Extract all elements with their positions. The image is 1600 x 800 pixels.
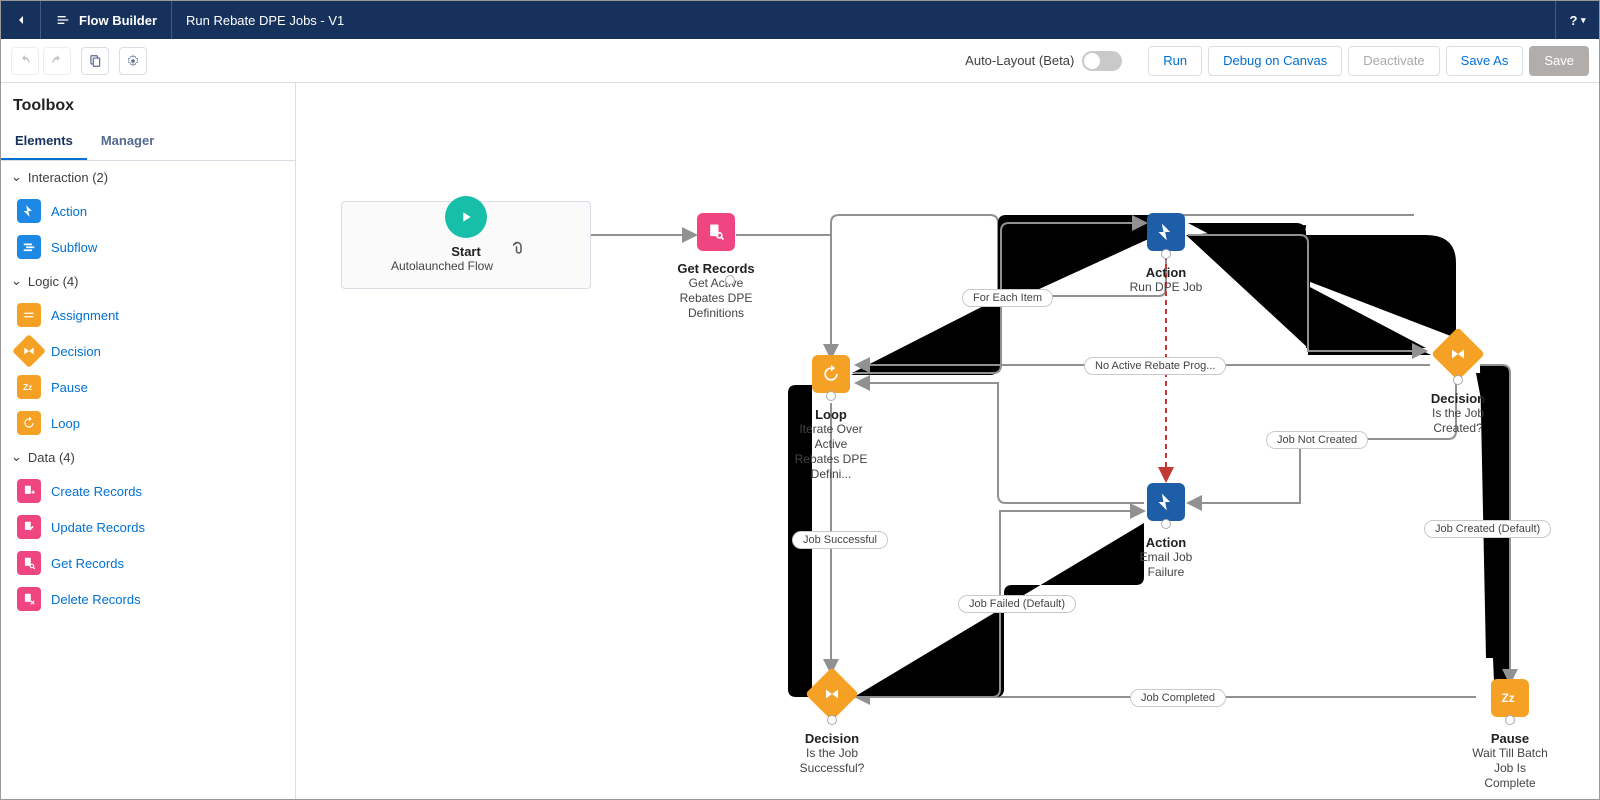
auto-layout-toggle-group: Auto-Layout (Beta) (965, 51, 1122, 71)
palette-assignment[interactable]: Assignment (1, 297, 295, 333)
chevron-down-icon: ⌄ (11, 169, 22, 185)
palette-get-records[interactable]: Get Records (1, 545, 295, 581)
loop-icon (812, 355, 850, 393)
deactivate-button[interactable]: Deactivate (1348, 46, 1439, 76)
chevron-down-icon: ⌄ (11, 273, 22, 289)
palette-pause[interactable]: ZzPause (1, 369, 295, 405)
auto-layout-label: Auto-Layout (Beta) (965, 53, 1074, 68)
group-interaction[interactable]: ⌄Interaction (2) (1, 161, 295, 193)
auto-layout-toggle[interactable] (1082, 51, 1122, 71)
node-decision-created[interactable]: Decision Is the Job Created? (1418, 335, 1498, 436)
cursor-icon (512, 241, 532, 261)
decision-icon (805, 667, 859, 721)
edge-job-completed: Job Completed (1130, 689, 1226, 707)
page-title: Run Rebate DPE Jobs - V1 (172, 13, 1555, 28)
get-records-icon (17, 551, 41, 575)
edges-layer (296, 83, 1599, 799)
create-records-icon (17, 479, 41, 503)
saveas-button[interactable]: Save As (1446, 46, 1524, 76)
palette-update-records[interactable]: Update Records (1, 509, 295, 545)
header-bar: Flow Builder Run Rebate DPE Jobs - V1 ? … (1, 1, 1599, 39)
group-logic[interactable]: ⌄Logic (4) (1, 265, 295, 297)
help-button[interactable]: ? ▾ (1555, 1, 1599, 39)
pause-icon: Zz (1491, 679, 1529, 717)
run-button[interactable]: Run (1148, 46, 1202, 76)
toolbox-sidebar: Toolbox Elements Manager ⌄Interaction (2… (1, 83, 296, 799)
node-action-run-dpe[interactable]: Action Run DPE Job (1126, 213, 1206, 295)
palette-create-records[interactable]: Create Records (1, 473, 295, 509)
subflow-icon (17, 235, 41, 259)
delete-records-icon (17, 587, 41, 611)
edge-no-active-rebate: No Active Rebate Prog... (1084, 357, 1226, 375)
back-button[interactable] (1, 1, 41, 39)
action-icon (1147, 213, 1185, 251)
toolbox-tabs: Elements Manager (1, 123, 295, 161)
app-name: Flow Builder (41, 1, 172, 39)
group-data[interactable]: ⌄Data (4) (1, 441, 295, 473)
node-loop[interactable]: Loop Iterate Over Active Rebates DPE Def… (791, 355, 871, 482)
edge-job-not-created: Job Not Created (1266, 431, 1368, 449)
assignment-icon (17, 303, 41, 327)
edge-job-successful: Job Successful (792, 531, 888, 549)
toolbar: Auto-Layout (Beta) Run Debug on Canvas D… (1, 39, 1599, 83)
copy-button[interactable] (81, 47, 109, 75)
svg-text:Zz: Zz (23, 383, 32, 392)
palette-loop[interactable]: Loop (1, 405, 295, 441)
edge-job-created-default: Job Created (Default) (1424, 520, 1551, 538)
node-start[interactable]: Start Autolaunched Flow (341, 201, 591, 289)
node-action-email-failure[interactable]: Action Email Job Failure (1126, 483, 1206, 580)
flow-canvas[interactable]: Start Autolaunched Flow Get Records Get … (296, 83, 1599, 799)
chevron-down-icon: ⌄ (11, 449, 22, 465)
toolbox-title: Toolbox (1, 83, 295, 123)
palette-action[interactable]: Action (1, 193, 295, 229)
palette-delete-records[interactable]: Delete Records (1, 581, 295, 617)
loop-icon (17, 411, 41, 435)
save-button[interactable]: Save (1529, 46, 1589, 76)
palette-subflow[interactable]: Subflow (1, 229, 295, 265)
settings-button[interactable] (119, 47, 147, 75)
palette-decision[interactable]: Decision (1, 333, 295, 369)
edge-job-failed-default: Job Failed (Default) (958, 595, 1076, 613)
undo-button[interactable] (11, 47, 39, 75)
debug-button[interactable]: Debug on Canvas (1208, 46, 1342, 76)
tab-elements[interactable]: Elements (1, 123, 87, 160)
decision-icon (1431, 327, 1485, 381)
action-icon (17, 199, 41, 223)
app-name-text: Flow Builder (79, 13, 157, 28)
node-decision-successful[interactable]: Decision Is the Job Successful? (792, 675, 872, 776)
node-pause[interactable]: Zz Pause Wait Till Batch Job Is Complete (1470, 679, 1550, 791)
edge-for-each-item: For Each Item (962, 289, 1053, 307)
redo-button[interactable] (43, 47, 71, 75)
pause-icon: Zz (17, 375, 41, 399)
svg-text:Zz: Zz (1502, 692, 1515, 705)
tab-manager[interactable]: Manager (87, 123, 168, 160)
node-get-records[interactable]: Get Records Get Active Rebates DPE Defin… (676, 213, 756, 321)
update-records-icon (17, 515, 41, 539)
get-records-icon (697, 213, 735, 251)
decision-icon (12, 334, 46, 368)
play-icon (445, 196, 487, 238)
action-icon (1147, 483, 1185, 521)
